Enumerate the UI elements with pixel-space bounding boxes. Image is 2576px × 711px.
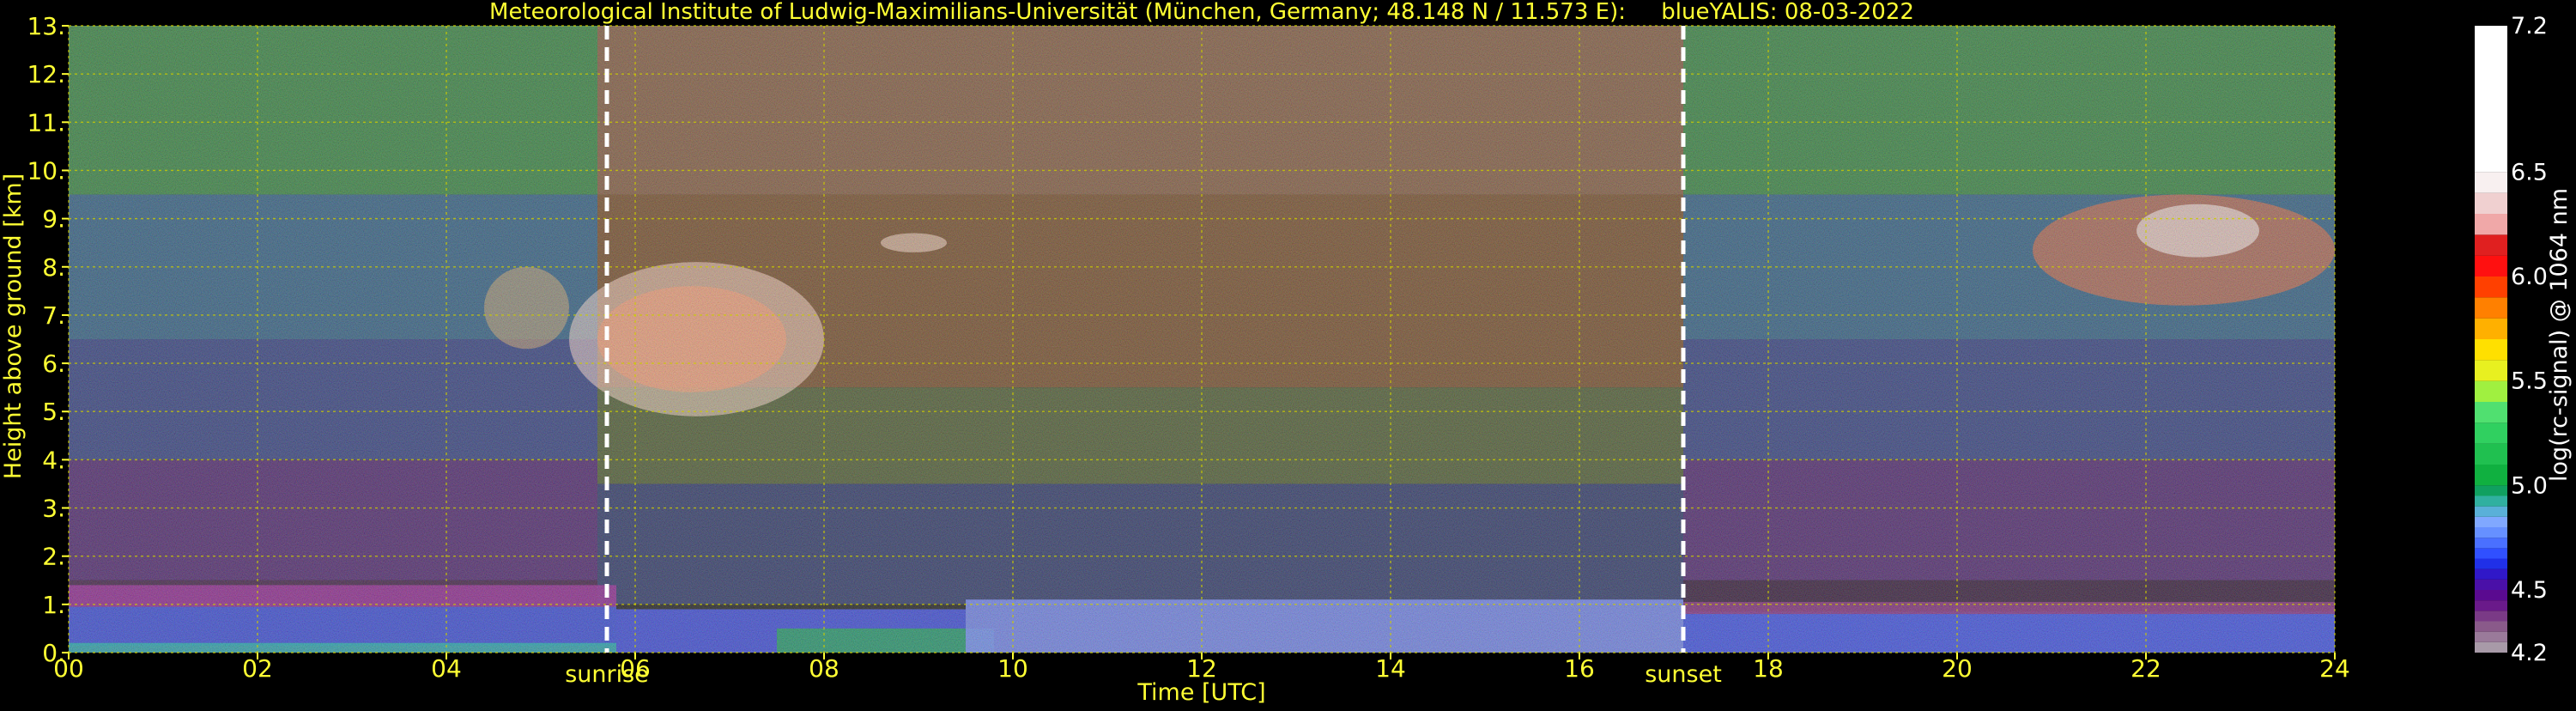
x-tick-label-12: 24	[2319, 654, 2350, 683]
x-tick-label-11: 22	[2131, 654, 2161, 683]
x-axis: 00 02 04 06 08 10 12 14 16 18 20 22 24	[53, 653, 2350, 683]
colorbar-band-4	[2475, 600, 2507, 611]
colorbar-tick-label-6: 7.2	[2511, 13, 2548, 40]
colorbar-band-20	[2475, 380, 2507, 402]
x-axis-label: Time [UTC]	[1136, 679, 1265, 706]
colorbar-band-21	[2475, 360, 2507, 381]
colorbar-tick-label-1: 4.5	[2511, 577, 2548, 604]
y-tick-label-5: 5.	[42, 398, 65, 426]
colorbar-band-26	[2475, 255, 2507, 276]
colorbar-band-19	[2475, 402, 2507, 423]
y-tick-label-7: 7.	[42, 301, 65, 330]
colorbar-band-24	[2475, 297, 2507, 319]
y-tick-label-0: 0.	[42, 639, 65, 667]
chart-svg: Meteorological Institute of Ludwig-Maxim…	[0, 0, 2573, 706]
y-tick-label-8: 8.	[42, 253, 65, 282]
x-tick-label-10: 20	[1942, 654, 1973, 683]
y-tick-label-9: 9.	[42, 205, 65, 234]
colorbar-band-25	[2475, 276, 2507, 298]
x-tick-label-3: 06	[620, 654, 651, 683]
x-tick-label-4: 08	[809, 654, 839, 683]
colorbar-band-17	[2475, 443, 2507, 465]
colorbar-tick-label-4: 6.0	[2511, 264, 2548, 290]
y-tick-label-3: 3.	[42, 495, 65, 523]
colorbar-band-28	[2475, 214, 2507, 235]
colorbar-band-11	[2475, 527, 2507, 538]
x-tick-label-2: 04	[431, 654, 462, 683]
colorbar-band-30	[2475, 172, 2507, 193]
x-tick-label-7: 14	[1375, 654, 1406, 683]
colorbar-band-2	[2475, 621, 2507, 632]
colorbar-band-29	[2475, 192, 2507, 214]
colorbar-band-8	[2475, 558, 2507, 569]
colorbar-band-22	[2475, 339, 2507, 361]
y-tick-label-2: 2.	[42, 543, 65, 571]
y-tick-label-13: 13.	[27, 12, 65, 40]
y-tick-label-4: 4.	[42, 446, 65, 474]
x-tick-label-9: 18	[1753, 654, 1784, 683]
x-tick-label-1: 02	[242, 654, 273, 683]
colorbar-band-10	[2475, 538, 2507, 549]
colorbar-band-16	[2475, 465, 2507, 486]
colorbar-band-18	[2475, 422, 2507, 444]
colorbar-band-5	[2475, 590, 2507, 601]
colorbar-band-27	[2475, 234, 2507, 256]
colorbar-band-1	[2475, 631, 2507, 642]
colorbar-band-14	[2475, 495, 2507, 507]
colorbar-tick-label-2: 5.0	[2511, 472, 2548, 499]
colorbar-band-12	[2475, 516, 2507, 527]
colorbar-band-15	[2475, 485, 2507, 496]
y-tick-label-11: 11.	[27, 108, 65, 137]
colorbar-band-7	[2475, 568, 2507, 580]
colorbar-label: log(rc-signal) @ 1064 nm	[2546, 188, 2573, 482]
colorbar: 4.2 4.5 5.0 5.5 6.0 6.5 7.2	[2475, 13, 2548, 666]
colorbar-tick-label-3: 5.5	[2511, 368, 2548, 395]
y-tick-label-6: 6.	[42, 349, 65, 378]
lidar-chart: Meteorological Institute of Ludwig-Maxim…	[0, 0, 2576, 708]
x-tick-label-8: 16	[1564, 654, 1595, 683]
colorbar-band-6	[2475, 579, 2507, 590]
colorbar-band-31	[2475, 26, 2507, 173]
colorbar-band-3	[2475, 611, 2507, 622]
colorbar-band-23	[2475, 318, 2507, 339]
y-axis-label: Height above ground [km]	[0, 173, 27, 479]
marker-label-sunset: sunset	[1645, 661, 1722, 688]
colorbar-band-0	[2475, 641, 2507, 653]
y-tick-label-10: 10.	[27, 156, 65, 185]
y-tick-label-12: 12.	[27, 60, 65, 88]
colorbar-tick-label-5: 6.5	[2511, 159, 2548, 185]
colorbar-band-9	[2475, 548, 2507, 559]
colorbar-band-13	[2475, 506, 2507, 517]
y-axis: 0. 1. 2. 3. 4. 5. 6. 7. 8. 9. 10. 11. 12. 13.	[27, 12, 69, 667]
x-tick-label-5: 10	[997, 654, 1028, 683]
y-tick-label-1: 1.	[42, 591, 65, 619]
chart-title: Meteorological Institute of Ludwig-Maxim…	[489, 0, 1914, 25]
colorbar-tick-label-0: 4.2	[2511, 640, 2548, 666]
